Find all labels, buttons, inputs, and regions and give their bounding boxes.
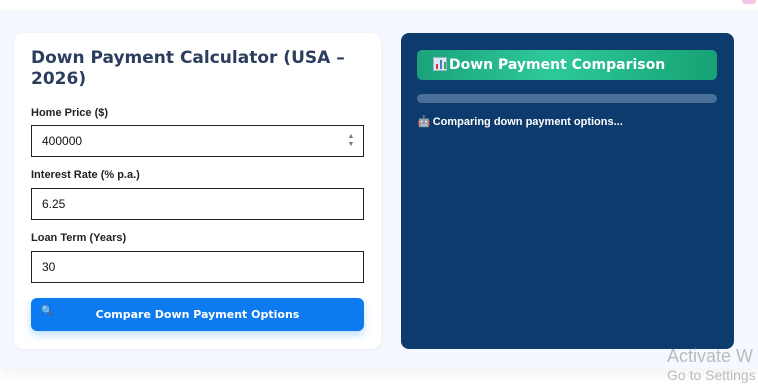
interest-rate-label: Interest Rate (% p.a.) — [31, 169, 140, 181]
results-header: Down Payment Comparison — [417, 50, 717, 80]
home-price-input[interactable]: 400000 ▲ ▼ — [31, 125, 364, 157]
windows-activation-watermark: Activate W Go to Settings — [667, 345, 756, 383]
robot-icon: 🤖 — [417, 116, 431, 128]
spin-down-icon[interactable]: ▼ — [347, 141, 355, 149]
compare-button[interactable]: 🔍 Compare Down Payment Options — [31, 298, 364, 331]
loan-term-input[interactable]: 30 — [31, 251, 364, 283]
top-bar — [0, 0, 758, 10]
spin-up-icon[interactable]: ▲ — [347, 133, 355, 141]
loan-term-value: 30 — [42, 260, 56, 274]
interest-rate-input[interactable]: 6.25 — [31, 188, 364, 220]
results-header-label: Down Payment Comparison — [449, 57, 666, 73]
watermark-line2: Go to Settings — [667, 367, 756, 383]
magnifier-icon: 🔍 — [41, 306, 54, 317]
home-price-label: Home Price ($) — [31, 107, 109, 119]
calculator-form-card: Down Payment Calculator (USA – 2026) Hom… — [14, 33, 381, 349]
calculator-wrapper: Down Payment Calculator (USA – 2026) Hom… — [0, 10, 758, 368]
watermark-line1: Activate W — [667, 346, 754, 366]
progress-bar — [417, 94, 717, 103]
bar-chart-icon — [433, 57, 447, 71]
status-text: Comparing down payment options... — [432, 116, 623, 128]
status-message: 🤖 Comparing down payment options... — [417, 115, 623, 128]
page-title: Down Payment Calculator (USA – 2026) — [31, 48, 345, 89]
results-panel: Down Payment Comparison 🤖 Comparing down … — [401, 33, 734, 349]
number-spinner[interactable]: ▲ ▼ — [347, 133, 355, 149]
home-price-value: 400000 — [42, 134, 83, 148]
interest-rate-value: 6.25 — [42, 197, 66, 211]
compare-button-label: Compare Down Payment Options — [95, 308, 300, 321]
loan-term-label: Loan Term (Years) — [31, 232, 127, 244]
top-accent — [742, 0, 756, 4]
